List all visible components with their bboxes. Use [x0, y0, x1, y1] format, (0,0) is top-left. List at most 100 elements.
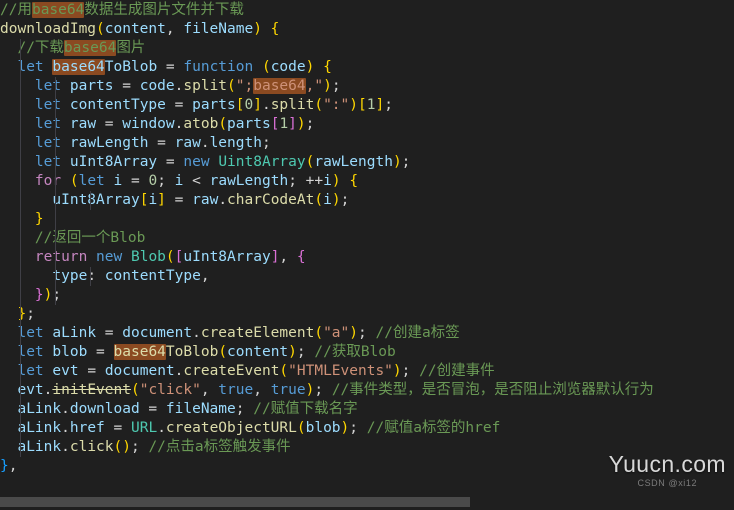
identifier: window [122, 116, 175, 132]
function-name: downloadImg [0, 21, 97, 37]
code-line: }; [17, 305, 35, 324]
brace: } [0, 458, 9, 474]
identifier: aLink [52, 325, 97, 341]
identifier: i [323, 192, 332, 208]
identifier: i [323, 173, 332, 189]
code-line: return new Blob([uInt8Array], { [0, 248, 734, 267]
code-line: } [0, 210, 734, 229]
comment-token: //下载 [0, 40, 64, 56]
comment-token: //事件类型，是否冒泡，是否阻止浏览器默认行为 [331, 382, 654, 398]
code-line: //用base64数据生成图片文件并下载 [0, 1, 734, 20]
code-content[interactable]: //用base64数据生成图片文件并下载 downloadImg(content… [0, 0, 734, 494]
string: ":" [323, 97, 350, 113]
keyword: for [34, 173, 62, 189]
search-match: base64 [31, 2, 85, 18]
identifier: raw [174, 135, 201, 151]
horizontal-scrollbar-thumb[interactable] [0, 497, 470, 507]
comment-token: //创建事件 [419, 363, 495, 379]
keyword: let [17, 325, 44, 341]
identifier: raw [192, 192, 219, 208]
method: createObjectURL [165, 420, 297, 436]
identifier: blob [305, 420, 341, 436]
code-line: let base64ToBlob = function (code) { [17, 58, 332, 77]
code-line: }, [0, 458, 18, 474]
paren: ( [314, 325, 324, 341]
paren: ( [218, 344, 228, 360]
function-call: ToBlob [165, 344, 219, 360]
number: 1 [279, 116, 289, 132]
paren: ( [69, 173, 79, 189]
identifier: aLink [17, 439, 62, 455]
code-line: let parts = code.split(";base64,"); [0, 77, 734, 96]
identifier: parts [227, 116, 271, 132]
param: code [270, 59, 306, 75]
paren: ( [296, 420, 306, 436]
string: "; [235, 78, 254, 94]
string: "a" [323, 325, 350, 341]
identifier: uInt8Array [69, 154, 158, 170]
number: 0 [148, 173, 158, 189]
keyword: let [34, 135, 62, 151]
identifier: content [227, 344, 289, 360]
paren: ( [96, 21, 105, 37]
paren: ) [349, 97, 359, 113]
paren: ) [288, 344, 297, 360]
brace: { [349, 173, 359, 189]
code-editor: //用base64数据生成图片文件并下载 downloadImg(content… [0, 0, 734, 510]
paren: ) [349, 325, 359, 341]
brace: { [323, 59, 332, 75]
brace: } [34, 211, 44, 227]
identifier: parts [192, 97, 236, 113]
boolean: true [270, 382, 306, 398]
paren: ) [392, 363, 402, 379]
identifier: evt [52, 363, 79, 379]
identifier: i [148, 192, 158, 208]
code-line: let rawLength = raw.length; [0, 134, 734, 153]
code-line: let uInt8Array = new Uint8Array(rawLengt… [0, 153, 734, 172]
identifier: uInt8Array [183, 249, 271, 265]
keyword: let [17, 363, 44, 379]
search-match: base64 [113, 344, 166, 360]
identifier: raw [69, 116, 97, 132]
identifier: code [139, 78, 175, 94]
paren: () [113, 439, 131, 455]
class-name: Blob [130, 249, 166, 265]
property: type [52, 268, 88, 284]
method: split [183, 78, 228, 94]
paren: ) [340, 420, 350, 436]
keyword: new [96, 249, 123, 265]
brace: } [34, 287, 44, 303]
string: "click" [139, 382, 201, 398]
code-line: uInt8Array[i] = raw.charCodeAt(i); [0, 191, 734, 210]
comment-token: //赋值a标签的href [366, 420, 501, 436]
deprecated-method: initEvent [52, 382, 131, 398]
search-match: base64 [253, 78, 306, 94]
identifier: ToBlob [104, 59, 158, 75]
code-line: //返回一个Blob [0, 229, 734, 248]
code-line: aLink.download = fileName; //赋值下载名字 [17, 400, 358, 419]
bracket: ] [253, 97, 262, 113]
method: click [69, 439, 114, 455]
paren: ) [331, 173, 341, 189]
identifier: aLink [17, 420, 62, 436]
property: href [69, 420, 105, 436]
paren: ) [296, 116, 306, 132]
identifier: fileName [165, 401, 236, 417]
keyword: return [34, 249, 88, 265]
horizontal-scrollbar-track[interactable] [0, 494, 734, 510]
keyword: let [34, 78, 62, 94]
code-line: }); [0, 286, 734, 305]
string: "HTMLEvents" [288, 363, 393, 379]
comment-token: //获取Blob [314, 344, 396, 360]
paren: ( [130, 382, 140, 398]
keyword: let [17, 344, 44, 360]
paren: ( [261, 59, 271, 75]
keyword: new [183, 154, 210, 170]
keyword: let [78, 173, 105, 189]
identifier: i [113, 173, 123, 189]
param: fileName [183, 21, 254, 37]
code-line: //下载base64图片 [0, 39, 734, 58]
bracket: ] [375, 97, 385, 113]
code-line: let aLink = document.createElement("a");… [17, 324, 460, 343]
identifier: rawLength [314, 154, 393, 170]
